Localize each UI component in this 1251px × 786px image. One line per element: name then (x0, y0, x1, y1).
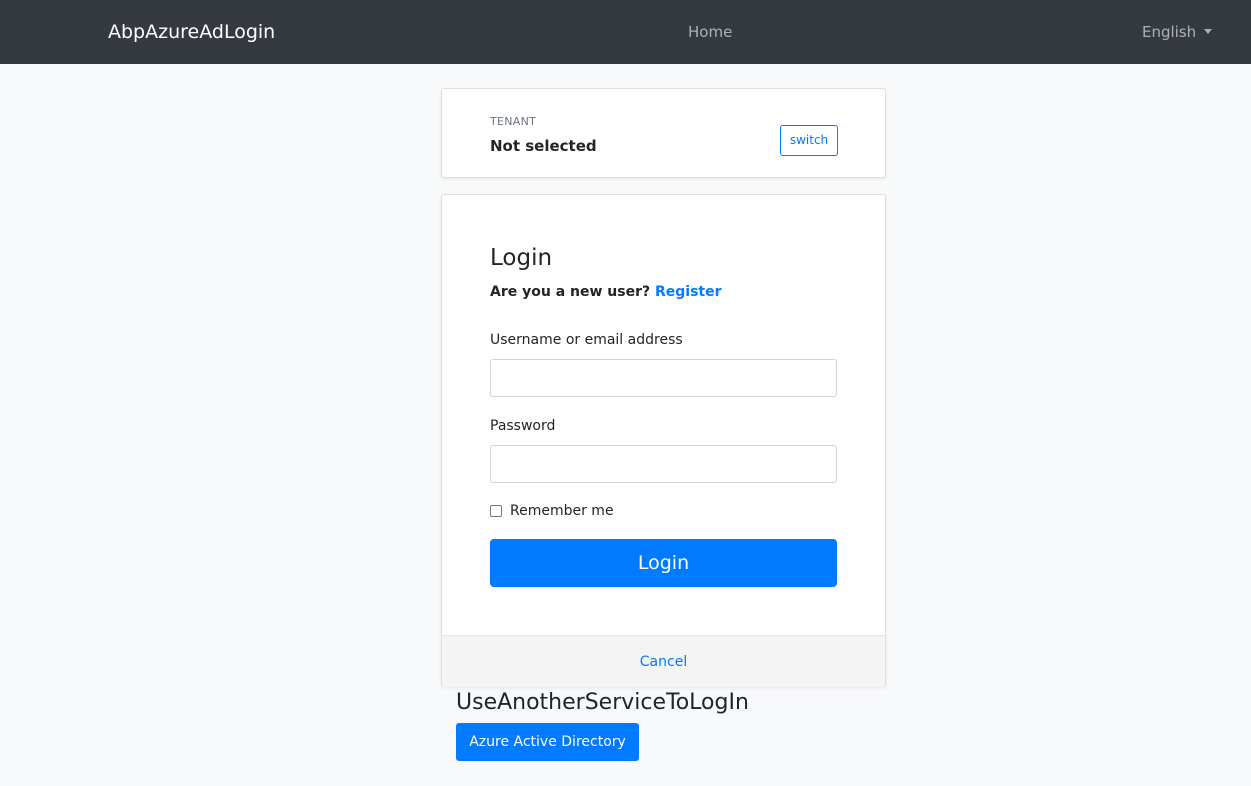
azure-ad-login-button[interactable]: Azure Active Directory (456, 723, 639, 761)
new-user-prompt: Are you a new user? Register (490, 282, 722, 302)
top-navbar: AbpAzureAdLogin Home English (0, 0, 1251, 64)
login-card-footer: Cancel (442, 635, 885, 687)
username-input[interactable] (490, 359, 837, 397)
remember-me-row: Remember me (490, 501, 614, 521)
register-link[interactable]: Register (655, 284, 722, 300)
password-input[interactable] (490, 445, 837, 483)
password-label: Password (490, 418, 556, 434)
tenant-card: TENANT Not selected switch (441, 88, 886, 178)
language-label: English (1142, 23, 1197, 41)
login-card: Login Are you a new user? Register Usern… (441, 194, 886, 687)
cancel-link[interactable]: Cancel (442, 652, 885, 672)
login-title: Login (490, 245, 553, 271)
tenant-value: Not selected (490, 137, 597, 155)
login-submit-button[interactable]: Login (490, 539, 837, 587)
remember-me-checkbox[interactable] (490, 505, 502, 517)
nav-home-link[interactable]: Home (688, 22, 732, 42)
external-login-title: UseAnotherServiceToLogIn (456, 690, 749, 715)
tenant-label: TENANT (490, 115, 537, 128)
brand-link[interactable]: AbpAzureAdLogin (108, 20, 275, 44)
remember-me-label[interactable]: Remember me (510, 501, 614, 521)
username-label: Username or email address (490, 332, 683, 348)
chevron-down-icon (1204, 29, 1213, 34)
language-dropdown[interactable]: English (1142, 22, 1213, 42)
tenant-switch-button[interactable]: switch (780, 125, 838, 156)
new-user-text: Are you a new user? (490, 284, 651, 300)
